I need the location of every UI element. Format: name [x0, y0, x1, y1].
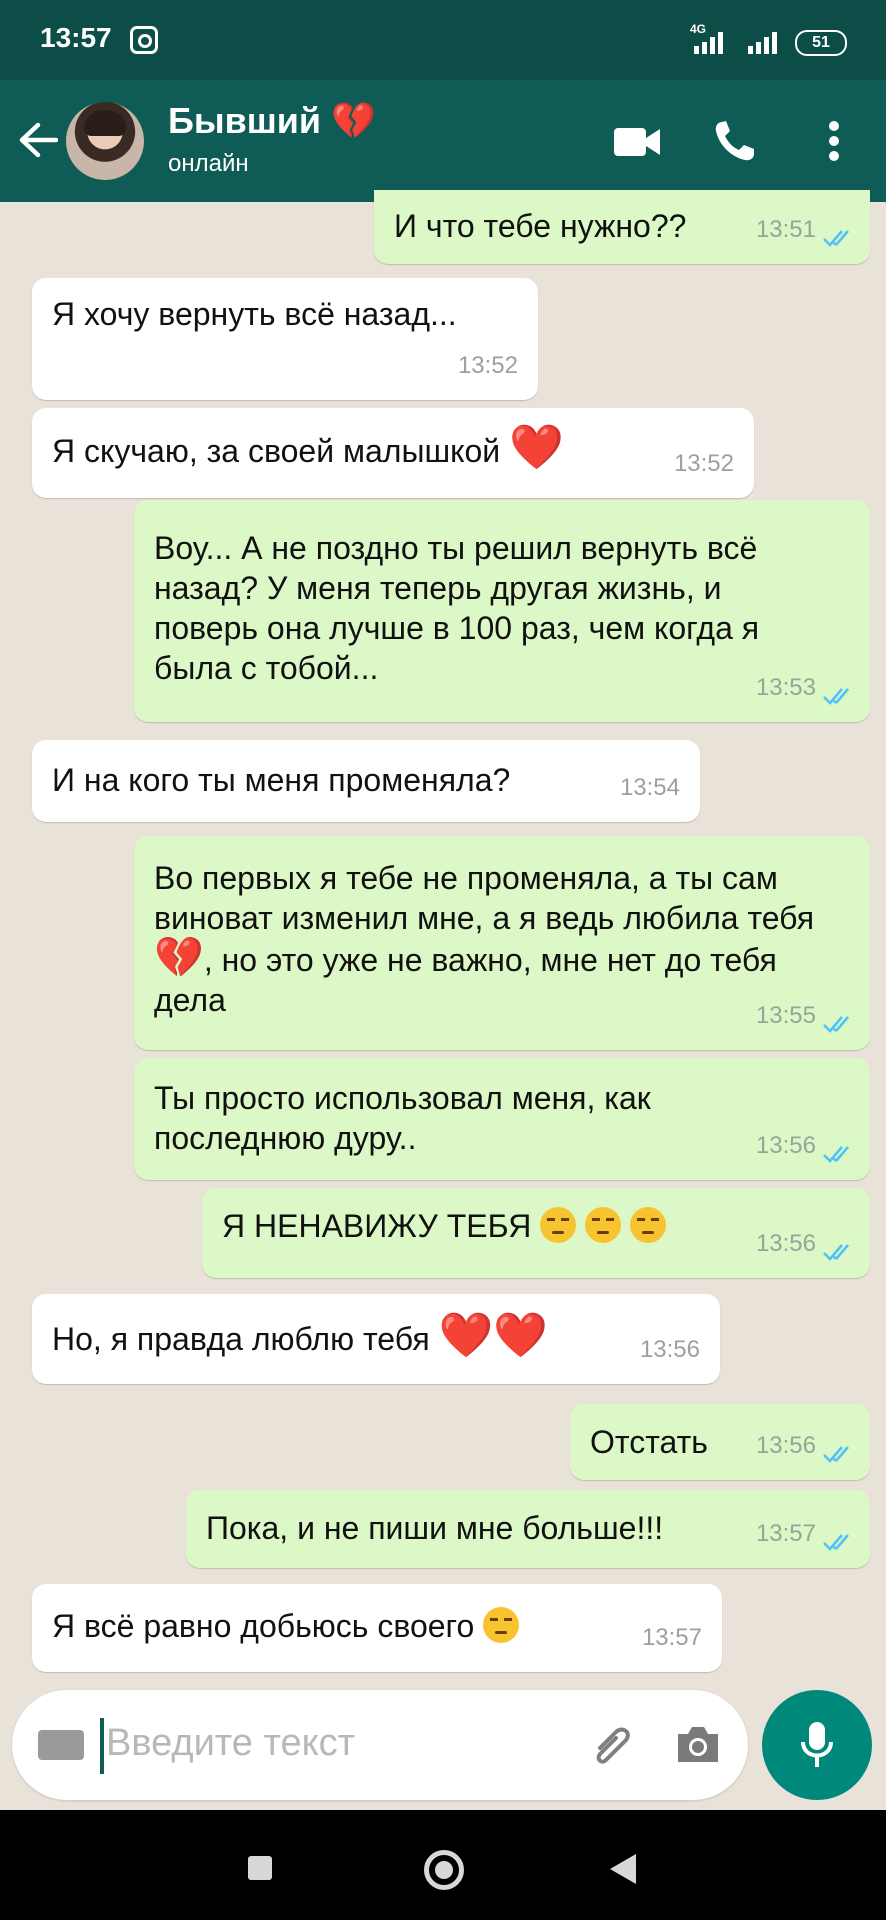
message-text: Я НЕНАВИЖУ ТЕБЯ	[222, 1208, 532, 1244]
message-time: 13:56	[755, 1132, 816, 1159]
status-bar: 13:57 4G 51	[0, 0, 886, 80]
message-text: Воу... А не поздно ты решил вернуть всё …	[154, 530, 768, 686]
broken-heart-emoji: 💔	[154, 935, 204, 981]
keyboard-icon[interactable]	[38, 1730, 84, 1760]
avatar[interactable]	[66, 102, 144, 180]
mic-icon	[801, 1722, 833, 1767]
message-bubble[interactable]: И на кого ты меня променяла? 13:54	[32, 740, 700, 822]
message-bubble[interactable]: И что тебе нужно?? 13:51	[374, 190, 870, 264]
message-time: 13:57	[755, 1520, 816, 1547]
red-heart-emoji: ❤️	[509, 422, 564, 473]
message-text: Я хочу вернуть всё назад...	[52, 296, 457, 332]
signal-icon-2	[748, 32, 777, 54]
message-text-part1: Во первых я тебе не променяла, а ты сам …	[154, 860, 824, 936]
red-hearts-emoji: ❤️❤️	[438, 1310, 549, 1361]
read-ticks-icon	[823, 1016, 849, 1033]
read-ticks-icon	[823, 1446, 849, 1463]
message-bubble[interactable]: Но, я правда люблю тебя ❤️❤️ 13:56	[32, 1294, 720, 1384]
phone-icon[interactable]	[712, 118, 758, 164]
message-time: 13:52	[457, 352, 518, 379]
status-time: 13:57	[40, 22, 112, 53]
message-text: Отстать	[590, 1424, 708, 1460]
read-ticks-icon	[823, 688, 849, 705]
message-input[interactable]: Введите текст	[106, 1722, 355, 1765]
message-text: И на кого ты меня променяла?	[52, 762, 511, 798]
mic-button[interactable]	[762, 1690, 872, 1800]
text-cursor	[100, 1718, 104, 1774]
message-time: 13:57	[641, 1624, 702, 1651]
read-ticks-icon	[823, 1146, 849, 1163]
message-text-part2: , но это уже не важно, мне нет до тебя д…	[154, 942, 786, 1018]
contact-name-text: Бывший	[168, 100, 322, 141]
system-nav-bar	[0, 1810, 886, 1920]
message-time: 13:54	[619, 774, 680, 801]
message-time: 13:55	[755, 1002, 816, 1029]
broken-heart-emoji: 💔	[331, 101, 376, 142]
message-time: 13:56	[755, 1432, 816, 1459]
camera-icon[interactable]	[674, 1724, 722, 1766]
unamused-face-icon	[630, 1207, 667, 1243]
message-bubble[interactable]: Воу... А не поздно ты решил вернуть всё …	[134, 500, 870, 722]
unamused-face-icon	[585, 1207, 622, 1243]
read-ticks-icon	[823, 1244, 849, 1261]
message-text: Но, я правда люблю тебя	[52, 1321, 430, 1357]
signal-icon	[694, 32, 723, 54]
message-bubble[interactable]: Отстать 13:56	[570, 1404, 870, 1480]
message-time: 13:56	[639, 1336, 700, 1363]
message-bubble[interactable]: Я хочу вернуть всё назад... 13:52	[32, 278, 538, 400]
read-ticks-icon	[823, 1534, 849, 1551]
attach-icon[interactable]	[586, 1720, 638, 1772]
recents-button[interactable]	[248, 1856, 272, 1880]
message-bubble[interactable]: Ты просто использовал меня, как последню…	[134, 1058, 870, 1180]
chat-area[interactable]: И что тебе нужно?? 13:51 Я хочу вернуть …	[0, 190, 886, 1680]
instagram-icon	[130, 26, 158, 54]
message-bubble[interactable]: Я скучаю, за своей малышкой ❤️ 13:52	[32, 408, 754, 498]
message-bubble[interactable]: Я НЕНАВИЖУ ТЕБЯ 13:56	[202, 1188, 870, 1278]
message-time: 13:56	[755, 1230, 816, 1257]
message-time: 13:52	[673, 450, 734, 477]
video-call-icon[interactable]	[614, 126, 660, 158]
unamused-face-icon	[483, 1607, 520, 1643]
unamused-face-icon	[540, 1207, 577, 1243]
back-arrow-icon[interactable]	[18, 122, 58, 158]
message-bubble[interactable]: Я всё равно добьюсь своего 13:57	[32, 1584, 722, 1672]
message-bubble[interactable]: Во первых я тебе не променяла, а ты сам …	[134, 836, 870, 1050]
more-icon[interactable]	[828, 120, 840, 162]
message-time: 13:51	[755, 216, 816, 243]
message-text: Я всё равно добьюсь своего	[52, 1608, 475, 1644]
message-time: 13:53	[755, 674, 816, 701]
message-bubble[interactable]: Пока, и не пиши мне больше!!! 13:57	[186, 1490, 870, 1568]
message-text: Пока, и не пиши мне больше!!!	[206, 1510, 664, 1546]
read-ticks-icon	[823, 230, 849, 247]
message-input-bar: Введите текст	[12, 1690, 748, 1800]
chat-header: Бывший 💔 онлайн	[0, 80, 886, 202]
battery-level: 51	[795, 30, 847, 56]
message-text: Ты просто использовал меня, как последню…	[154, 1080, 660, 1156]
home-button[interactable]	[424, 1850, 464, 1890]
back-button[interactable]	[610, 1854, 636, 1884]
unamused-emoji-group	[540, 1207, 667, 1244]
contact-name[interactable]: Бывший 💔	[168, 100, 376, 142]
message-text: Я скучаю, за своей малышкой	[52, 433, 501, 469]
contact-status: онлайн	[168, 150, 249, 177]
message-text: И что тебе нужно??	[394, 208, 687, 244]
